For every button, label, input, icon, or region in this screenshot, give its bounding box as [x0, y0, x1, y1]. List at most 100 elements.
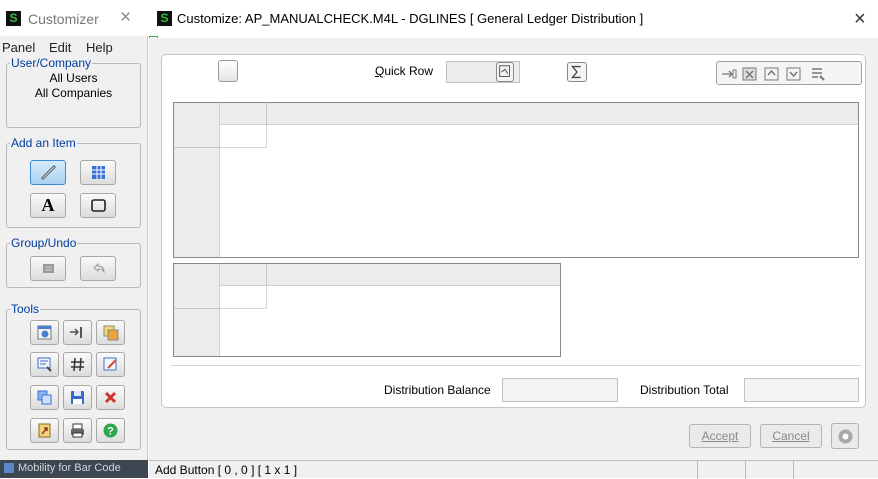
group-button[interactable]	[30, 256, 66, 281]
grid-column-header[interactable]	[220, 264, 267, 286]
grid-cell[interactable]	[220, 286, 267, 309]
add-item-legend: Add an Item	[11, 136, 76, 150]
divider	[171, 365, 861, 366]
dialog-body: Quick Row Distribution Balance Distribut…	[149, 38, 878, 460]
insert-row-icon[interactable]	[721, 66, 737, 82]
group-undo-legend: Group/Undo	[11, 236, 77, 250]
accept-label: Accept	[701, 429, 739, 443]
list-item-all-users[interactable]: All Users	[7, 71, 140, 86]
tools-legend: Tools	[11, 302, 40, 316]
user-company-group: User/Company All Users All Companies	[6, 56, 141, 128]
grid-table-icon	[91, 166, 105, 179]
tool-help-button[interactable]: ?	[96, 418, 125, 443]
toolbar-frame-button[interactable]	[218, 60, 238, 82]
totals-button[interactable]	[567, 62, 587, 82]
customizer-title: Customizer	[28, 11, 99, 27]
help-icon	[838, 429, 853, 444]
edit-icon	[103, 357, 117, 371]
add-item-group: Add an Item	[6, 136, 141, 228]
help-icon: ?	[103, 423, 118, 438]
grid-row-selector[interactable]	[174, 125, 220, 148]
link-icon	[41, 165, 55, 180]
tool-properties-button[interactable]	[30, 320, 59, 345]
user-company-legend: User/Company	[11, 56, 92, 70]
dialog-title: Customize: AP_MANUALCHECK.M4L - DGLINES …	[177, 11, 644, 26]
status-divider	[697, 461, 698, 479]
status-text: Add Button [ 0 , 0 ] [ 1 x 1 ]	[155, 463, 298, 477]
hash-icon	[71, 357, 84, 372]
distribution-balance-label: Distribution Balance	[384, 383, 491, 397]
tool-delete-button[interactable]	[96, 385, 125, 410]
dialog-titlebar: S Customize: AP_MANUALCHECK.M4L - DGLINE…	[149, 0, 878, 38]
grid-row-header	[174, 264, 220, 356]
customizer-panel: S Customizer × Panel Edit Help User/Comp…	[0, 0, 148, 478]
undo-icon	[92, 262, 105, 274]
add-grid-button[interactable]	[80, 160, 116, 185]
menu-help[interactable]: Help	[86, 40, 113, 55]
tool-copy-properties-button[interactable]	[96, 320, 125, 345]
tool-save-button[interactable]	[63, 385, 92, 410]
tool-export-button[interactable]	[30, 418, 59, 443]
add-frame-button[interactable]	[80, 193, 116, 218]
add-link-button[interactable]	[30, 160, 66, 185]
undo-button[interactable]	[80, 256, 116, 281]
status-divider	[793, 461, 794, 479]
cancel-label: Cancel	[772, 429, 810, 443]
customizer-close-icon[interactable]: ×	[120, 7, 131, 29]
menu-edit[interactable]: Edit	[49, 40, 71, 55]
properties-icon	[37, 325, 52, 340]
tool-copy-button[interactable]	[30, 385, 59, 410]
copy-icon	[37, 390, 52, 405]
taskbar-label: Mobility for Bar Code	[18, 462, 121, 474]
quick-row-label: Quick Row	[375, 64, 433, 78]
distribution-total-label: Distribution Total	[640, 383, 729, 397]
quick-row-lookup-button[interactable]	[496, 62, 514, 82]
distribution-total-field	[744, 378, 859, 402]
cancel-button[interactable]: Cancel	[760, 424, 822, 448]
group-icon	[42, 264, 54, 273]
menu-panel[interactable]: Panel	[2, 40, 35, 55]
grid-settings-icon[interactable]	[809, 65, 827, 83]
grid-cell[interactable]	[220, 125, 267, 148]
tool-grid-button[interactable]	[63, 352, 92, 377]
save-icon	[71, 391, 84, 404]
quick-row-label-rest: uick Row	[384, 64, 434, 78]
status-divider	[745, 461, 746, 479]
export-icon	[38, 423, 51, 438]
quick-row-mnemonic: Q	[375, 64, 385, 78]
tool-preview-button[interactable]	[30, 352, 59, 377]
tool-print-button[interactable]	[63, 418, 92, 443]
tool-tab-order-button[interactable]	[63, 320, 92, 345]
dialog-close-icon[interactable]: ×	[854, 8, 866, 31]
taskbar-app-icon	[4, 463, 14, 473]
move-row-down-icon[interactable]	[785, 65, 803, 83]
lookup-icon	[499, 65, 510, 77]
svg-text:?: ?	[107, 426, 114, 438]
sage-logo-icon: S	[6, 11, 21, 26]
print-icon	[71, 423, 84, 438]
sigma-icon	[571, 65, 581, 79]
sage-logo-icon: S	[157, 11, 172, 26]
taskbar-item[interactable]: Mobility for Bar Code	[0, 460, 148, 478]
accept-button[interactable]: Accept	[689, 424, 751, 448]
help-button[interactable]	[831, 423, 859, 449]
primary-grid[interactable]	[173, 102, 859, 258]
customizer-titlebar: S Customizer ×	[0, 0, 148, 36]
grid-column-header[interactable]	[220, 103, 267, 125]
delete-row-icon[interactable]	[741, 65, 759, 83]
frame-icon	[90, 199, 106, 212]
list-item-all-companies[interactable]: All Companies	[7, 86, 140, 101]
distribution-balance-field	[502, 378, 618, 402]
grid-header-row	[174, 103, 858, 125]
preview-icon	[37, 357, 52, 372]
row-actions-toolbar	[716, 61, 862, 85]
grid-row-selector[interactable]	[174, 286, 220, 309]
status-bar: Add Button [ 0 , 0 ] [ 1 x 1 ]	[149, 460, 878, 479]
group-undo-group: Group/Undo	[6, 236, 141, 288]
secondary-grid[interactable]	[173, 263, 561, 357]
tab-order-icon	[70, 327, 82, 338]
move-row-up-icon[interactable]	[763, 65, 781, 83]
add-text-button[interactable]: A	[30, 193, 66, 218]
delete-icon	[104, 391, 117, 404]
tool-edit-button[interactable]	[96, 352, 125, 377]
